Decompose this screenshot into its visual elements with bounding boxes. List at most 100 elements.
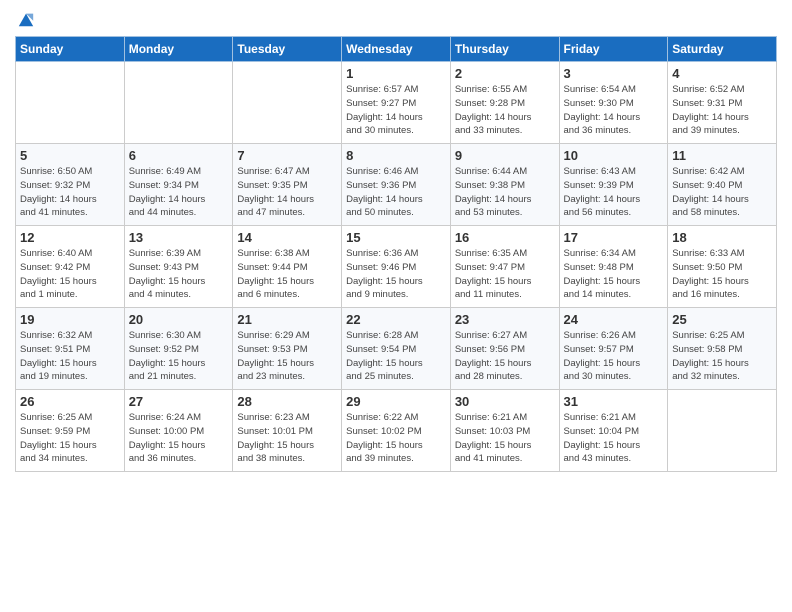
calendar-week-1: 1 Sunrise: 6:57 AM Sunset: 9:27 PM Daylig…	[16, 62, 777, 144]
day-info: Sunrise: 6:54 AM Sunset: 9:30 PM Dayligh…	[564, 83, 664, 138]
day-info: Sunrise: 6:44 AM Sunset: 9:38 PM Dayligh…	[455, 165, 555, 220]
calendar-header-row: SundayMondayTuesdayWednesdayThursdayFrid…	[16, 37, 777, 62]
calendar-table: SundayMondayTuesdayWednesdayThursdayFrid…	[15, 36, 777, 472]
header	[15, 10, 777, 28]
day-number: 10	[564, 148, 664, 163]
day-info: Sunrise: 6:27 AM Sunset: 9:56 PM Dayligh…	[455, 329, 555, 384]
col-header-wednesday: Wednesday	[342, 37, 451, 62]
calendar-week-2: 5 Sunrise: 6:50 AM Sunset: 9:32 PM Daylig…	[16, 144, 777, 226]
day-info: Sunrise: 6:39 AM Sunset: 9:43 PM Dayligh…	[129, 247, 229, 302]
calendar-cell	[233, 62, 342, 144]
calendar-cell: 20 Sunrise: 6:30 AM Sunset: 9:52 PM Dayli…	[124, 308, 233, 390]
day-info: Sunrise: 6:38 AM Sunset: 9:44 PM Dayligh…	[237, 247, 337, 302]
day-number: 19	[20, 312, 120, 327]
day-number: 14	[237, 230, 337, 245]
day-number: 2	[455, 66, 555, 81]
calendar-cell: 8Sunrise: 6:46 AM Sunset: 9:36 PM Daylig…	[342, 144, 451, 226]
calendar-cell: 26 Sunrise: 6:25 AM Sunset: 9:59 PM Dayli…	[16, 390, 125, 472]
calendar-cell: 6 Sunrise: 6:49 AM Sunset: 9:34 PM Daylig…	[124, 144, 233, 226]
day-number: 27	[129, 394, 229, 409]
day-number: 7	[237, 148, 337, 163]
col-header-monday: Monday	[124, 37, 233, 62]
day-info: Sunrise: 6:26 AM Sunset: 9:57 PM Dayligh…	[564, 329, 664, 384]
day-info: Sunrise: 6:30 AM Sunset: 9:52 PM Dayligh…	[129, 329, 229, 384]
day-number: 30	[455, 394, 555, 409]
calendar-cell	[124, 62, 233, 144]
day-info: Sunrise: 6:49 AM Sunset: 9:34 PM Dayligh…	[129, 165, 229, 220]
day-info: Sunrise: 6:22 AM Sunset: 10:02 PM Daylig…	[346, 411, 446, 466]
day-info: Sunrise: 6:28 AM Sunset: 9:54 PM Dayligh…	[346, 329, 446, 384]
calendar-cell: 12 Sunrise: 6:40 AM Sunset: 9:42 PM Dayli…	[16, 226, 125, 308]
calendar-cell	[668, 390, 777, 472]
day-number: 24	[564, 312, 664, 327]
day-number: 9	[455, 148, 555, 163]
day-number: 6	[129, 148, 229, 163]
day-number: 29	[346, 394, 446, 409]
day-number: 26	[20, 394, 120, 409]
day-number: 28	[237, 394, 337, 409]
calendar-cell: 3 Sunrise: 6:54 AM Sunset: 9:30 PM Daylig…	[559, 62, 668, 144]
col-header-thursday: Thursday	[450, 37, 559, 62]
calendar-cell: 5 Sunrise: 6:50 AM Sunset: 9:32 PM Daylig…	[16, 144, 125, 226]
day-number: 4	[672, 66, 772, 81]
day-info: Sunrise: 6:32 AM Sunset: 9:51 PM Dayligh…	[20, 329, 120, 384]
calendar-cell: 13Sunrise: 6:39 AM Sunset: 9:43 PM Dayli…	[124, 226, 233, 308]
day-number: 20	[129, 312, 229, 327]
day-number: 12	[20, 230, 120, 245]
calendar-cell: 11 Sunrise: 6:42 AM Sunset: 9:40 PM Dayli…	[668, 144, 777, 226]
day-info: Sunrise: 6:43 AM Sunset: 9:39 PM Dayligh…	[564, 165, 664, 220]
day-info: Sunrise: 6:40 AM Sunset: 9:42 PM Dayligh…	[20, 247, 120, 302]
day-number: 11	[672, 148, 772, 163]
day-info: Sunrise: 6:23 AM Sunset: 10:01 PM Daylig…	[237, 411, 337, 466]
day-info: Sunrise: 6:34 AM Sunset: 9:48 PM Dayligh…	[564, 247, 664, 302]
day-number: 31	[564, 394, 664, 409]
calendar-cell: 16 Sunrise: 6:35 AM Sunset: 9:47 PM Dayli…	[450, 226, 559, 308]
day-number: 15	[346, 230, 446, 245]
calendar-cell: 4 Sunrise: 6:52 AM Sunset: 9:31 PM Daylig…	[668, 62, 777, 144]
day-number: 1	[346, 66, 446, 81]
day-info: Sunrise: 6:52 AM Sunset: 9:31 PM Dayligh…	[672, 83, 772, 138]
day-info: Sunrise: 6:25 AM Sunset: 9:58 PM Dayligh…	[672, 329, 772, 384]
day-number: 5	[20, 148, 120, 163]
day-number: 23	[455, 312, 555, 327]
calendar-cell: 31Sunrise: 6:21 AM Sunset: 10:04 PM Dayl…	[559, 390, 668, 472]
col-header-tuesday: Tuesday	[233, 37, 342, 62]
calendar-cell: 7 Sunrise: 6:47 AM Sunset: 9:35 PM Daylig…	[233, 144, 342, 226]
calendar-cell: 14 Sunrise: 6:38 AM Sunset: 9:44 PM Dayli…	[233, 226, 342, 308]
day-number: 16	[455, 230, 555, 245]
calendar-cell: 2 Sunrise: 6:55 AM Sunset: 9:28 PM Daylig…	[450, 62, 559, 144]
page: SundayMondayTuesdayWednesdayThursdayFrid…	[0, 0, 792, 612]
calendar-cell: 24 Sunrise: 6:26 AM Sunset: 9:57 PM Dayli…	[559, 308, 668, 390]
calendar-cell: 27Sunrise: 6:24 AM Sunset: 10:00 PM Dayl…	[124, 390, 233, 472]
day-info: Sunrise: 6:35 AM Sunset: 9:47 PM Dayligh…	[455, 247, 555, 302]
day-number: 17	[564, 230, 664, 245]
day-info: Sunrise: 6:25 AM Sunset: 9:59 PM Dayligh…	[20, 411, 120, 466]
calendar-cell: 19 Sunrise: 6:32 AM Sunset: 9:51 PM Dayli…	[16, 308, 125, 390]
day-info: Sunrise: 6:29 AM Sunset: 9:53 PM Dayligh…	[237, 329, 337, 384]
calendar-cell: 28 Sunrise: 6:23 AM Sunset: 10:01 PM Dayl…	[233, 390, 342, 472]
day-info: Sunrise: 6:42 AM Sunset: 9:40 PM Dayligh…	[672, 165, 772, 220]
calendar-cell: 30Sunrise: 6:21 AM Sunset: 10:03 PM Dayl…	[450, 390, 559, 472]
day-number: 22	[346, 312, 446, 327]
day-number: 3	[564, 66, 664, 81]
logo-icon	[17, 10, 35, 28]
calendar-cell: 29 Sunrise: 6:22 AM Sunset: 10:02 PM Dayl…	[342, 390, 451, 472]
calendar-cell: 25 Sunrise: 6:25 AM Sunset: 9:58 PM Dayli…	[668, 308, 777, 390]
day-number: 25	[672, 312, 772, 327]
day-info: Sunrise: 6:47 AM Sunset: 9:35 PM Dayligh…	[237, 165, 337, 220]
day-info: Sunrise: 6:50 AM Sunset: 9:32 PM Dayligh…	[20, 165, 120, 220]
day-info: Sunrise: 6:57 AM Sunset: 9:27 PM Dayligh…	[346, 83, 446, 138]
logo	[15, 10, 35, 28]
calendar-cell: 22 Sunrise: 6:28 AM Sunset: 9:54 PM Dayli…	[342, 308, 451, 390]
col-header-sunday: Sunday	[16, 37, 125, 62]
calendar-cell: 9 Sunrise: 6:44 AM Sunset: 9:38 PM Daylig…	[450, 144, 559, 226]
day-number: 21	[237, 312, 337, 327]
day-info: Sunrise: 6:55 AM Sunset: 9:28 PM Dayligh…	[455, 83, 555, 138]
calendar-cell: 21 Sunrise: 6:29 AM Sunset: 9:53 PM Dayli…	[233, 308, 342, 390]
day-number: 8	[346, 148, 446, 163]
calendar-week-4: 19 Sunrise: 6:32 AM Sunset: 9:51 PM Dayli…	[16, 308, 777, 390]
col-header-saturday: Saturday	[668, 37, 777, 62]
day-info: Sunrise: 6:36 AM Sunset: 9:46 PM Dayligh…	[346, 247, 446, 302]
calendar-cell: 15 Sunrise: 6:36 AM Sunset: 9:46 PM Dayli…	[342, 226, 451, 308]
day-number: 18	[672, 230, 772, 245]
